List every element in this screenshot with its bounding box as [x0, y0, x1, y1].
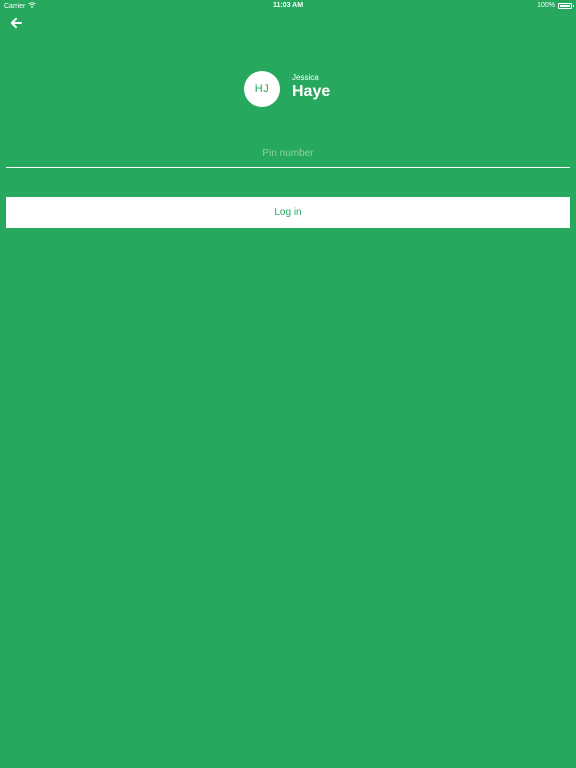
- login-screen: Carrier 11:03 AM 100% HJ Jessica Haye Lo…: [0, 0, 576, 768]
- avatar: HJ: [244, 71, 280, 107]
- user-name-block: Jessica Haye: [292, 73, 330, 101]
- arrow-left-icon: [10, 16, 22, 33]
- battery-level-fill: [560, 4, 570, 7]
- battery-icon: [558, 2, 574, 9]
- first-name: Jessica: [292, 73, 319, 82]
- pin-input[interactable]: [6, 144, 570, 168]
- battery-percent: 100%: [537, 2, 555, 9]
- login-button[interactable]: Log in: [6, 197, 570, 228]
- back-button[interactable]: [10, 16, 26, 30]
- status-bar: Carrier 11:03 AM 100%: [0, 0, 576, 12]
- user-profile: HJ Jessica Haye: [244, 71, 330, 107]
- last-name: Haye: [292, 83, 331, 100]
- status-time: 11:03 AM: [272, 2, 304, 9]
- status-right: 100%: [537, 2, 574, 9]
